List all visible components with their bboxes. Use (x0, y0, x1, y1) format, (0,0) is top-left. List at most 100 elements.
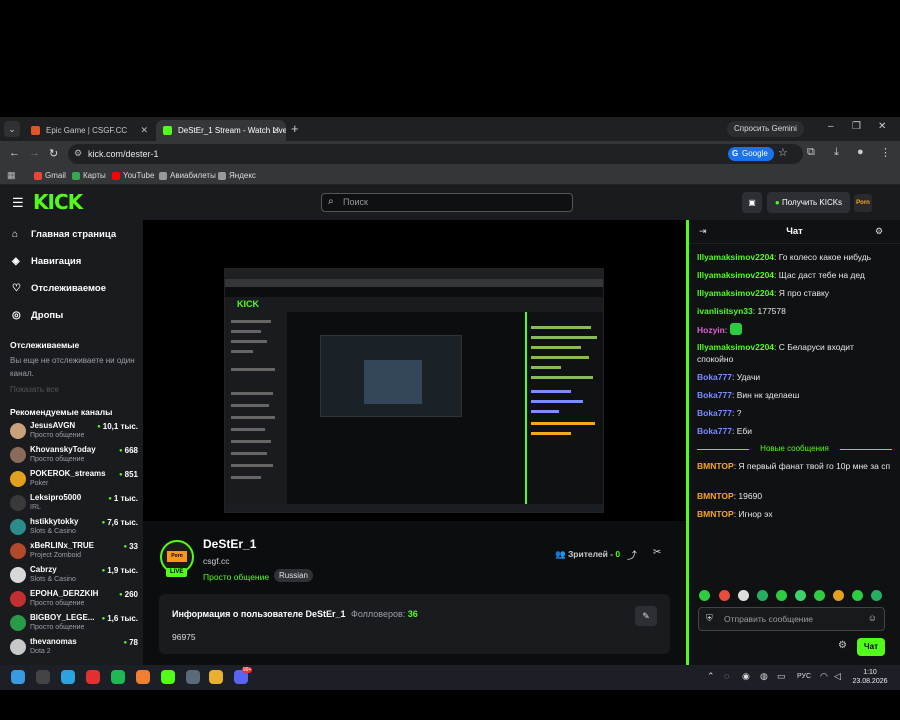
channel-row[interactable]: JesusAVGN Просто общение 10,1 тыс. (10, 421, 138, 445)
app-icon[interactable] (136, 670, 150, 684)
wifi-icon[interactable]: ◠ (820, 671, 828, 682)
tray-chevron-icon[interactable]: ⌃ (707, 671, 715, 682)
menu-hamburger-icon[interactable]: ☰ (12, 195, 24, 211)
chat-settings-icon[interactable]: ⚙ (838, 640, 847, 651)
bookmark-gmail[interactable]: Gmail (34, 169, 66, 183)
channel-row[interactable]: hstikkytokky Slots & Casino 7,6 тыс. (10, 517, 138, 541)
chat-username[interactable]: lllyamaksimov2204 (697, 270, 774, 280)
emoji-picker-icon[interactable]: ☺ (868, 613, 877, 623)
downloads-icon[interactable]: ⤓ (834, 146, 839, 159)
clock[interactable]: 1:10 23.08.2026 (848, 668, 892, 686)
chat-message-input[interactable]: ⛨ Отправить сообщение ☺ (698, 607, 885, 631)
chat-username[interactable]: lllyamaksimov2204 (697, 342, 774, 352)
chat-username[interactable]: BMNTOP (697, 509, 734, 519)
browser-menu-icon[interactable]: ⋮ (880, 146, 891, 159)
emote-icon[interactable] (757, 590, 768, 601)
emote-icon[interactable] (795, 590, 806, 601)
google-badge[interactable]: Google (728, 147, 774, 161)
bookmark-youtube[interactable]: YouTube (112, 169, 154, 183)
channel-row[interactable]: EPOHA_DERZKIH Просто общение 260 (10, 589, 138, 613)
extensions-icon[interactable]: ⧉ (807, 146, 815, 159)
get-kicks-button[interactable]: ● Получить KICKs (767, 192, 850, 213)
emote-icon[interactable] (814, 590, 825, 601)
chat-username[interactable]: BMNTOP (697, 491, 734, 501)
telegram-icon[interactable] (61, 670, 75, 684)
bookmark-star-icon[interactable]: ☆ (778, 146, 788, 159)
close-window-icon[interactable]: ✕ (878, 121, 886, 132)
chat-username[interactable]: Hozyin (697, 325, 725, 335)
close-tab-icon[interactable]: ✕ (272, 120, 280, 141)
url-text[interactable]: kick.com/dester-1 (88, 144, 159, 164)
chat-username[interactable]: BMNTOP (697, 461, 734, 471)
bookmark-flights[interactable]: Авиабилеты (159, 169, 216, 183)
input-language[interactable]: РУС (797, 673, 811, 680)
settings-icon[interactable] (186, 670, 200, 684)
channel-row[interactable]: Cabrzy Slots & Casino 1,9 тыс. (10, 565, 138, 589)
restore-icon[interactable]: ❐ (852, 121, 861, 132)
back-icon[interactable]: ← (9, 147, 20, 159)
following-show-all[interactable]: Показать все (10, 383, 135, 396)
clips-icon[interactable]: ▣ (742, 192, 762, 213)
site-info-icon[interactable]: ⚙ (74, 148, 82, 159)
tray-app-icon[interactable]: ◍ (760, 671, 768, 682)
emote-icon[interactable] (852, 590, 863, 601)
channel-row[interactable]: POKEROK_streams Poker 851 (10, 469, 138, 493)
chrome-icon[interactable] (209, 670, 223, 684)
tab-search-icon[interactable]: ⌄ (4, 121, 20, 137)
chat-username[interactable]: Boka777 (697, 390, 732, 400)
youtube-icon[interactable] (86, 670, 100, 684)
channel-row[interactable]: Leksipro5000 IRL 1 тыс. (10, 493, 138, 517)
sidebar-item-following[interactable]: ♡ Отслеживаемое (12, 283, 106, 294)
share-icon[interactable]: ⤴ (627, 547, 637, 562)
channel-row[interactable]: KhovanskyToday Просто общение 668 (10, 445, 138, 469)
channel-row[interactable]: xBeRLINx_TRUE Project Zomboid 33 (10, 541, 138, 565)
chat-username[interactable]: lllyamaksimov2204 (697, 288, 774, 298)
new-tab-icon[interactable]: + (291, 121, 299, 136)
emote-icon[interactable] (719, 590, 730, 601)
chat-username[interactable]: ivanlisitsyn33 (697, 306, 753, 316)
channel-row[interactable]: thevanomas Dota 2 78 (10, 637, 138, 661)
forward-icon[interactable]: → (29, 147, 40, 159)
chat-users-icon[interactable]: ⚙ (875, 226, 883, 237)
reload-icon[interactable]: ↻ (49, 147, 58, 160)
sidebar-item-home[interactable]: ⌂ Главная страница (12, 229, 116, 240)
tray-app-icon[interactable]: ◉ (742, 671, 750, 682)
profile-avatar-icon[interactable]: ● (857, 146, 864, 158)
sidebar-item-browse[interactable]: ◈ Навигация (12, 256, 81, 267)
apps-grid-icon[interactable]: ▦ (7, 170, 16, 181)
streamer-name[interactable]: DeStEr_1 (203, 537, 256, 551)
bookmark-maps[interactable]: Карты (72, 169, 106, 183)
app-icon[interactable] (36, 670, 50, 684)
tab-epic-game[interactable]: Epic Game | CSGF.CC ✕ (24, 120, 154, 141)
channel-row[interactable]: BIGBOY_LEGE... Просто общение 1,6 тыс. (10, 613, 138, 637)
emote-icon[interactable] (738, 590, 749, 601)
language-tag[interactable]: Russian (274, 569, 313, 582)
minimize-icon[interactable]: – (828, 121, 834, 132)
chat-username[interactable]: Boka777 (697, 408, 732, 418)
search-input[interactable]: ⌕ Поиск (321, 193, 573, 212)
ask-gemini-button[interactable]: Спросить Gemini (727, 121, 804, 137)
user-avatar[interactable]: Porn (854, 194, 872, 212)
tray-app-icon[interactable]: ◌ (724, 671, 729, 681)
stream-category[interactable]: Просто общение (203, 572, 269, 582)
bookmark-yandex[interactable]: Яндекс (218, 169, 256, 183)
omnibox[interactable]: ⚙ kick.com/dester-1 Google ☆ (68, 144, 803, 164)
volume-icon[interactable]: ◁ (834, 671, 841, 682)
tray-app-icon[interactable]: ▭ (777, 671, 786, 682)
edit-pencil-icon[interactable]: ✎ (635, 606, 657, 626)
sidebar-item-drops[interactable]: ◎ Дропы (12, 310, 63, 321)
close-tab-icon[interactable]: ✕ (140, 120, 148, 141)
kick-logo[interactable]: KICK (33, 190, 83, 214)
emote-icon[interactable] (776, 590, 787, 601)
emote-icon[interactable] (699, 590, 710, 601)
video-player[interactable]: KICK (143, 220, 686, 521)
chat-username[interactable]: Boka777 (697, 372, 732, 382)
kick-app-icon[interactable] (161, 670, 175, 684)
clip-icon[interactable]: ✂ (653, 547, 661, 558)
chat-username[interactable]: lllyamaksimov2204 (697, 252, 774, 262)
windows-start-icon[interactable] (11, 670, 25, 684)
send-chat-button[interactable]: Чат (857, 638, 885, 656)
spotify-icon[interactable] (111, 670, 125, 684)
emote-icon[interactable] (833, 590, 844, 601)
emote-icon[interactable] (871, 590, 882, 601)
